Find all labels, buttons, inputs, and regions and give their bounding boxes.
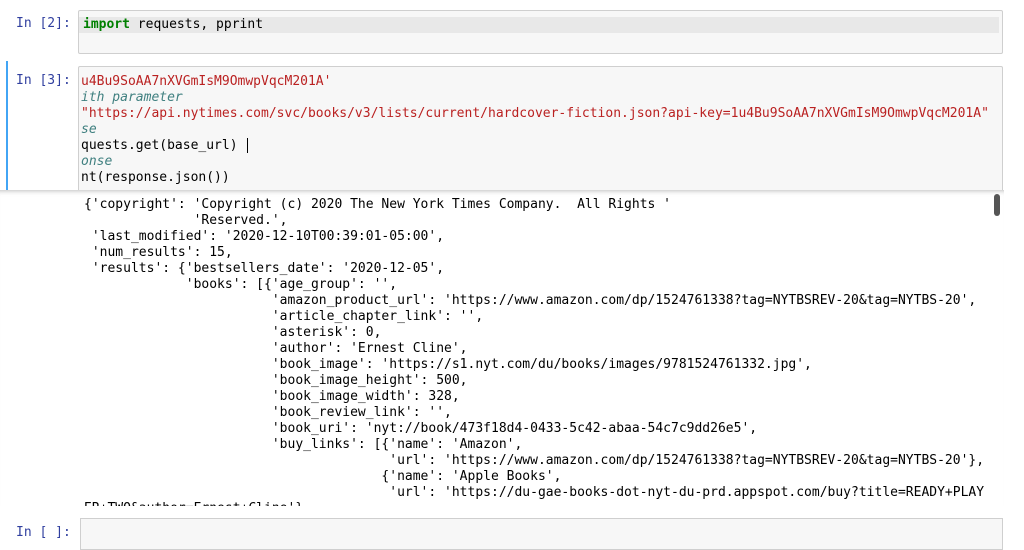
code-token: "https://api.nytimes.com/svc/books/v3/li…: [81, 106, 989, 121]
code-line: se: [81, 122, 97, 138]
cell-2-prompt: In [2]:: [16, 16, 71, 31]
output-line: 'article_chapter_link': '',: [84, 309, 484, 324]
code-line: quests.get(base_url): [81, 138, 245, 154]
output-line: ER+TWO&author=Ernest+Cline'}: [84, 501, 303, 506]
output-line: 'book_image': 'https://s1.nyt.com/du/boo…: [84, 357, 812, 372]
output-line: {'name': 'Apple Books',: [84, 469, 562, 484]
cell-selected-indicator: [6, 61, 8, 191]
output-line: 'results': {'bestsellers_date': '2020-12…: [84, 261, 445, 276]
code-token: import: [83, 17, 130, 32]
code-line: u4Bu9SoAA7nXVGmIsM9OmwpVqcM201A': [81, 74, 331, 90]
code-token: ith parameter: [81, 90, 183, 105]
code-line: nt(response.json()): [81, 170, 230, 186]
cell-2-input[interactable]: import requests, pprint: [78, 10, 1003, 54]
cell-3-output[interactable]: {'copyright': 'Copyright (c) 2020 The Ne…: [0, 190, 1004, 506]
output-line: {'copyright': 'Copyright (c) 2020 The Ne…: [84, 197, 671, 212]
output-line: 'url': 'https://www.amazon.com/dp/152476…: [84, 453, 985, 468]
output-line: 'last_modified': '2020-12-10T00:39:01-05…: [84, 229, 445, 244]
output-line: 'buy_links': [{'name': 'Amazon',: [84, 437, 523, 452]
output-line: 'book_review_link': '',: [84, 405, 452, 420]
output-scrollbar-thumb[interactable]: [994, 194, 1000, 216]
cell-empty-input[interactable]: [80, 518, 1003, 550]
cell-3-prompt: In [3]:: [16, 73, 71, 88]
output-line: 'books': [{'age_group': '',: [84, 277, 398, 292]
output-line: 'num_results': 15,: [84, 245, 233, 260]
code-token: quests.get(base_url): [81, 138, 246, 153]
code-line: import requests, pprint: [83, 17, 263, 33]
code-token: nt(response.json()): [81, 170, 230, 185]
cell-3-input[interactable]: u4Bu9SoAA7nXVGmIsM9OmwpVqcM201A' ith para…: [78, 66, 1003, 192]
output-line: 'book_uri': 'nyt://book/473f18d4-0433-5c…: [84, 421, 758, 436]
code-token: u4Bu9SoAA7nXVGmIsM9OmwpVqcM201A': [81, 74, 332, 89]
output-line: 'url': 'https://du-gae-books-dot-nyt-du-…: [84, 485, 985, 500]
output-line: 'book_image_height': 500,: [84, 373, 468, 388]
output-line: 'asterisk': 0,: [84, 325, 382, 340]
code-token: onse: [81, 154, 113, 169]
code-line: "https://api.nytimes.com/svc/books/v3/li…: [81, 106, 989, 122]
code-token: se: [81, 122, 97, 137]
code-line: ith parameter: [81, 90, 183, 106]
text-cursor: [247, 138, 248, 153]
code-token: requests, pprint: [129, 17, 264, 32]
output-line: 'amazon_product_url': 'https://www.amazo…: [84, 293, 977, 308]
output-line: 'Reserved.',: [84, 213, 288, 228]
output-line: 'book_image_width': 328,: [84, 389, 460, 404]
cell-empty-prompt: In [ ]:: [16, 525, 71, 540]
output-line: 'author': 'Ernest Cline',: [84, 341, 468, 356]
code-line: onse: [81, 154, 112, 170]
